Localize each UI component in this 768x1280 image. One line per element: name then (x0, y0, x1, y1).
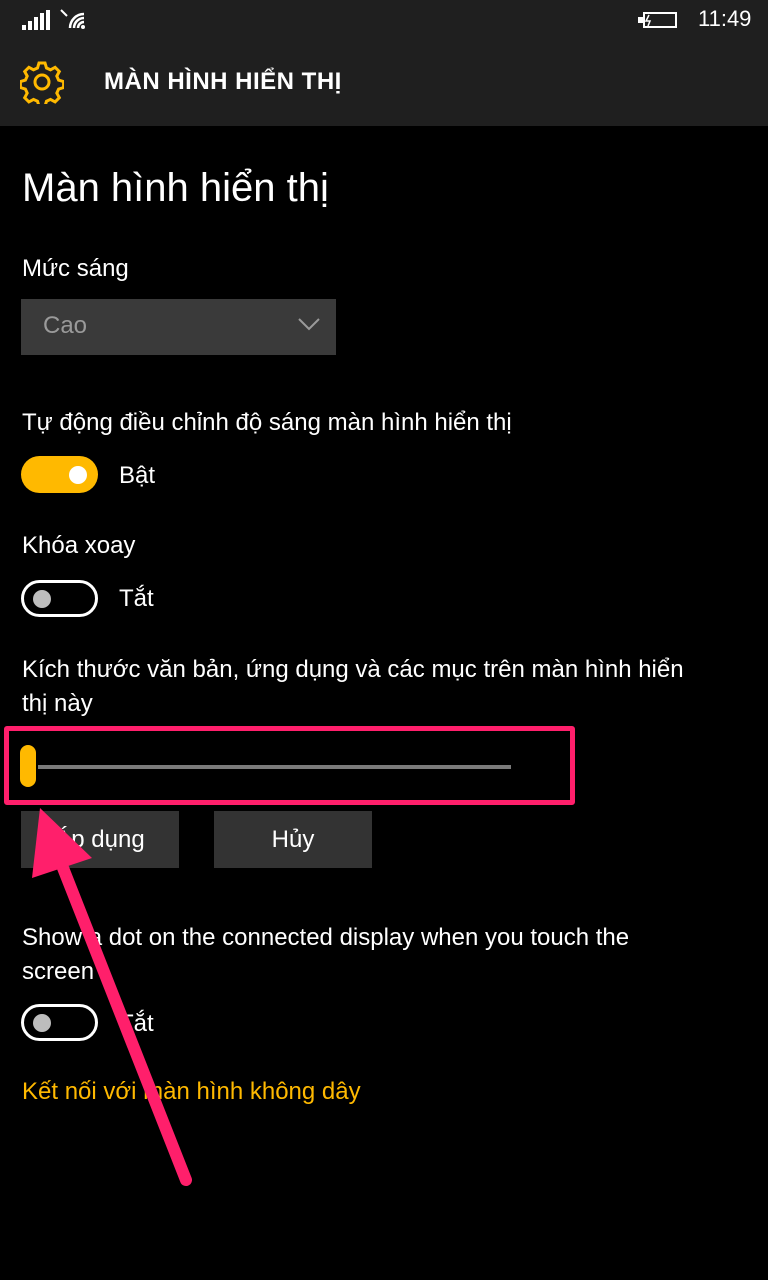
toggle-knob (33, 589, 51, 608)
status-bar: 11:49 (0, 0, 768, 40)
auto-brightness-state: Bật (119, 462, 156, 489)
touch-dot-toggle[interactable] (21, 1004, 98, 1041)
brightness-dropdown[interactable]: Cao (21, 299, 336, 355)
touch-dot-label-line1: Show a dot on the connected display when… (22, 924, 630, 951)
rotation-lock-toggle[interactable] (21, 580, 98, 617)
toggle-knob (33, 1013, 51, 1032)
toggle-knob (69, 465, 87, 484)
auto-brightness-toggle[interactable] (21, 456, 98, 493)
page-title: Màn hình hiển thị (22, 166, 329, 210)
scale-label-line2: thị này (22, 690, 93, 717)
touch-dot-state: Tắt (119, 1010, 154, 1037)
touch-dot-label-line2: screen (22, 958, 95, 985)
cancel-button[interactable]: Hủy (214, 811, 372, 868)
battery-charging-icon (638, 12, 677, 28)
scale-label-line1: Kích thước văn bản, ứng dụng và các mục … (22, 656, 684, 683)
rotation-lock-label: Khóa xoay (22, 532, 136, 559)
rotation-lock-state: Tắt (119, 585, 154, 612)
app-header: MÀN HÌNH HIỂN THỊ (0, 40, 768, 126)
chevron-down-icon (298, 318, 320, 331)
header-title: MÀN HÌNH HIỂN THỊ (104, 68, 342, 95)
brightness-selected-value: Cao (43, 312, 88, 339)
wifi-icon (60, 9, 85, 29)
annotation-highlight-box (4, 726, 575, 805)
wireless-display-link[interactable]: Kết nối với màn hình không dây (22, 1078, 361, 1106)
clock: 11:49 (698, 6, 752, 31)
brightness-label: Mức sáng (22, 255, 129, 282)
apply-button[interactable]: Áp dụng (21, 811, 179, 868)
auto-brightness-label: Tự động điều chỉnh độ sáng màn hình hiển… (22, 409, 512, 436)
gear-icon (20, 61, 64, 104)
signal-bars-icon (22, 10, 50, 30)
